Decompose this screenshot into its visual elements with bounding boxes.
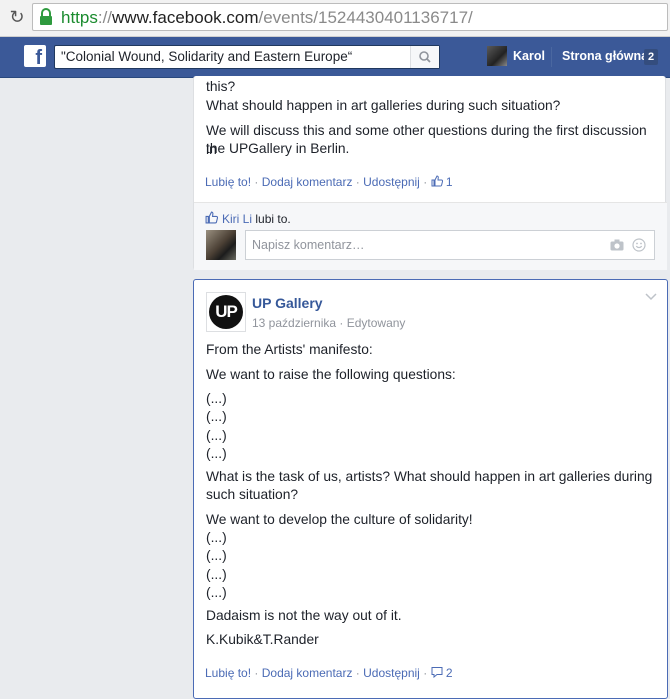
post2-like-link[interactable]: Lubię to! <box>205 666 251 680</box>
post2-share-link[interactable]: Udostępnij <box>363 666 420 680</box>
post2-line: such situation? <box>206 487 299 502</box>
search-value: "Colonial Wound, Solidarity and Eastern … <box>61 49 353 64</box>
post2-line: (...) <box>206 446 227 461</box>
search-input[interactable]: "Colonial Wound, Solidarity and Eastern … <box>54 45 440 69</box>
comment-input[interactable]: Napisz komentarz… <box>245 230 655 260</box>
post2-line: (...) <box>206 530 227 545</box>
post1-line: What should happen in art galleries duri… <box>206 98 561 113</box>
url-separator: :// <box>97 8 113 27</box>
url-scheme: https <box>61 8 98 27</box>
separator-dot: · <box>423 175 431 189</box>
search-icon <box>419 51 431 63</box>
thumbs-up-icon[interactable] <box>431 175 443 187</box>
post2-comment-count[interactable]: 2 <box>446 666 453 680</box>
post2-line: (...) <box>206 548 227 563</box>
browser-toolbar: ↻ https://www.facebook.com/events/152443… <box>0 0 670 37</box>
url-text: https://www.facebook.com/events/15244304… <box>61 8 473 28</box>
post2-line: What is the task of us, artists? What sh… <box>206 469 653 484</box>
post1-actions: Lubię to! · Dodaj komentarz · Udostępnij… <box>205 175 453 189</box>
up-gallery-logo: UP <box>209 295 243 329</box>
separator-dot: · <box>254 666 262 680</box>
address-bar[interactable]: https://www.facebook.com/events/15244304… <box>32 3 668 31</box>
post2-line: We want to raise the following questions… <box>206 367 456 382</box>
post1-line: the UPGallery in Berlin. <box>206 141 350 156</box>
separator-dot: · <box>254 175 262 189</box>
comment-placeholder: Napisz komentarz… <box>252 238 365 252</box>
search-button[interactable] <box>410 46 439 68</box>
post-card-2: UP UP Gallery 13 października · Edytowan… <box>193 279 668 699</box>
url-path: /events/1524430401136717/ <box>258 8 473 27</box>
emoji-icon[interactable] <box>632 238 646 252</box>
facebook-topbar: f "Colonial Wound, Solidarity and Easter… <box>0 37 670 78</box>
facebook-logo-icon[interactable]: f <box>24 45 46 69</box>
post2-line: (...) <box>206 391 227 406</box>
chevron-down-icon[interactable] <box>645 292 657 302</box>
page-avatar[interactable]: UP <box>206 292 246 332</box>
lock-icon <box>40 8 52 25</box>
reload-icon[interactable]: ↻ <box>6 6 28 28</box>
post2-line: K.Kubik&T.Rander <box>206 632 319 647</box>
user-name-link[interactable]: Karol <box>513 49 545 63</box>
post2-line: We want to develop the culture of solida… <box>206 512 473 527</box>
post1-comment-link[interactable]: Dodaj komentarz <box>262 175 353 189</box>
post2-actions: Lubię to! · Dodaj komentarz · Udostępnij… <box>205 666 453 680</box>
post1-like-count[interactable]: 1 <box>446 175 453 189</box>
post-timestamp[interactable]: 13 października · Edytowany <box>252 316 405 330</box>
post1-like-link[interactable]: Lubię to! <box>205 175 251 189</box>
home-notification-badge: 2 <box>644 49 658 65</box>
home-link[interactable]: Strona główna <box>562 49 648 63</box>
post1-share-link[interactable]: Udostępnij <box>363 175 420 189</box>
post-author-link[interactable]: UP Gallery <box>252 295 323 311</box>
post2-line: (...) <box>206 585 227 600</box>
post2-comment-link[interactable]: Dodaj komentarz <box>262 666 353 680</box>
post2-line: Dadaism is not the way out of it. <box>206 608 402 623</box>
user-avatar[interactable] <box>487 46 507 66</box>
nav-divider <box>551 47 552 67</box>
comment-composer: Napisz komentarz… <box>194 224 667 270</box>
post1-line: this? <box>206 79 236 94</box>
post2-line: From the Artists' manifesto: <box>206 342 373 357</box>
post2-line: (...) <box>206 428 227 443</box>
camera-icon[interactable] <box>610 239 624 251</box>
post-card-1: this? What should happen in art gallerie… <box>193 76 667 270</box>
comment-bubble-icon[interactable] <box>431 666 443 678</box>
separator-dot: · <box>423 666 431 680</box>
post2-line: (...) <box>206 409 227 424</box>
avatar <box>206 230 236 260</box>
thumbs-up-icon <box>205 211 218 224</box>
post2-line: (...) <box>206 567 227 582</box>
url-host: www.facebook.com <box>112 8 259 27</box>
